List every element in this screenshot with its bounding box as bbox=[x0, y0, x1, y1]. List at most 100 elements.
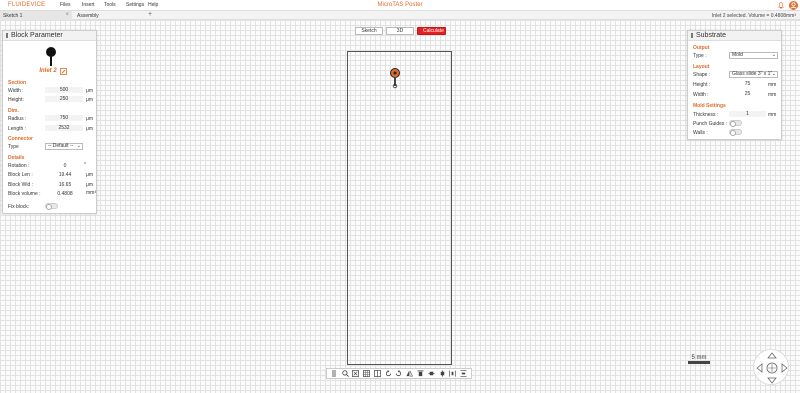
width-input[interactable]: 500 bbox=[45, 87, 83, 93]
height-label: Height: bbox=[8, 97, 24, 103]
user-avatar-icon[interactable] bbox=[789, 1, 798, 10]
tab-assembly[interactable]: Assembly bbox=[74, 11, 144, 20]
block-volume-label: Block volume : bbox=[8, 191, 41, 197]
rotate-left-icon[interactable] bbox=[384, 370, 392, 378]
connector-heading: Connector bbox=[8, 136, 33, 142]
block-name: Inlet 2 bbox=[39, 68, 57, 74]
substrate-width-label: Width : bbox=[693, 92, 709, 98]
shape-select[interactable]: Glass slide 3" x 1" ⌄ bbox=[729, 71, 778, 78]
length-unit: μm bbox=[86, 126, 94, 132]
block-len-unit: μm bbox=[86, 172, 94, 178]
details-heading: Details bbox=[8, 155, 25, 161]
thickness-label: Thickness : bbox=[693, 112, 719, 118]
block-len-value: 19.44 bbox=[58, 172, 72, 178]
menu-help[interactable]: Help bbox=[148, 2, 170, 8]
add-tab-icon[interactable]: + bbox=[148, 11, 152, 18]
scale-line bbox=[688, 361, 710, 364]
punch-guides-toggle[interactable] bbox=[729, 120, 742, 127]
walls-label: Walls : bbox=[693, 130, 708, 136]
distribute-vertical-icon[interactable] bbox=[460, 370, 468, 378]
walls-toggle[interactable] bbox=[729, 129, 742, 136]
tab-bar: Sketch 1 × Assembly + bbox=[0, 11, 800, 20]
menu-files[interactable]: Files bbox=[60, 2, 82, 8]
connector-type-value: -- Default -- bbox=[48, 143, 74, 149]
block-len-label: Block Len : bbox=[8, 172, 33, 178]
edit-icon[interactable] bbox=[60, 68, 67, 75]
bell-icon[interactable] bbox=[778, 2, 784, 9]
close-icon[interactable]: × bbox=[65, 12, 69, 18]
align-top-icon[interactable] bbox=[417, 370, 425, 378]
rotation-unit: ° bbox=[84, 162, 86, 168]
radius-input[interactable]: 750 bbox=[45, 115, 83, 121]
fix-block-toggle[interactable] bbox=[45, 203, 58, 210]
split-view-icon[interactable] bbox=[373, 370, 381, 378]
panel-title: Substrate bbox=[696, 32, 726, 39]
inlet-block-icon bbox=[46, 47, 56, 66]
drag-handle-icon[interactable] bbox=[6, 33, 8, 38]
substrate-type-select[interactable]: Mold ⌄ bbox=[729, 52, 778, 59]
output-heading: Output bbox=[693, 45, 710, 51]
drag-handle-icon[interactable] bbox=[330, 370, 338, 378]
menu-settings[interactable]: Settings bbox=[126, 2, 148, 8]
substrate-width-unit: mm bbox=[768, 92, 777, 98]
rotation-label: Rotation : bbox=[8, 163, 30, 169]
3d-button[interactable]: 3D bbox=[386, 27, 414, 35]
substrate-type-label: Type : bbox=[693, 53, 707, 59]
tab-sketch-1[interactable]: Sketch 1 × bbox=[0, 11, 72, 20]
connector-type-select[interactable]: -- Default -- ⌄ bbox=[45, 143, 83, 150]
length-label: Length : bbox=[8, 126, 27, 132]
menu-insert[interactable]: Insert bbox=[82, 2, 104, 8]
substrate-board[interactable] bbox=[347, 51, 452, 365]
distribute-horizontal-icon[interactable] bbox=[449, 370, 457, 378]
shape-label: Shape : bbox=[693, 72, 711, 78]
section-heading: Section bbox=[8, 80, 27, 86]
substrate-panel: Substrate Output Type : Mold ⌄ Layout Sh… bbox=[687, 30, 782, 140]
length-input[interactable]: 2532 bbox=[45, 125, 83, 131]
scale-bar: 5 mm bbox=[688, 355, 710, 364]
dim-heading: Dim. bbox=[8, 108, 19, 114]
calculate-button[interactable]: Calculate bbox=[417, 27, 446, 35]
canvas-toolbar bbox=[326, 368, 472, 379]
pan-arrows-icon[interactable] bbox=[754, 350, 790, 386]
align-center-icon[interactable] bbox=[438, 370, 446, 378]
rotation-value: 0 bbox=[63, 163, 67, 169]
inlet-block[interactable] bbox=[388, 66, 402, 90]
height-unit: μm bbox=[86, 97, 94, 103]
height-input[interactable]: 250 bbox=[45, 96, 83, 102]
navigation-pad bbox=[753, 349, 789, 385]
menu-tools[interactable]: Tools bbox=[104, 2, 126, 8]
top-bar: FLUIDEVICE Files Insert Tools Settings H… bbox=[0, 0, 800, 11]
flip-horizontal-icon[interactable] bbox=[406, 370, 414, 378]
substrate-height-unit: mm bbox=[768, 82, 777, 88]
thickness-input[interactable]: 1 bbox=[729, 111, 766, 117]
fit-view-icon[interactable] bbox=[352, 370, 360, 378]
tab-label: Sketch 1 bbox=[3, 13, 23, 19]
block-volume-unit: mm³ bbox=[86, 190, 96, 196]
panel-header[interactable]: Block Parameter bbox=[3, 31, 96, 41]
grid-icon[interactable] bbox=[363, 370, 371, 378]
selection-status: Inlet 2 selected. Volume = 0.4808mm³ bbox=[711, 13, 796, 19]
punch-guides-label: Punch Guides : bbox=[693, 121, 728, 127]
width-label: Width : bbox=[8, 88, 24, 94]
panel-header[interactable]: Substrate bbox=[688, 31, 781, 41]
thickness-unit: mm bbox=[768, 112, 777, 118]
substrate-height-label: Height : bbox=[693, 82, 711, 88]
app-logo: FLUIDEVICE bbox=[8, 2, 46, 8]
drag-handle-icon[interactable] bbox=[691, 33, 693, 38]
panel-title: Block Parameter bbox=[11, 32, 63, 39]
radius-label: Radius : bbox=[8, 116, 27, 122]
layout-heading: Layout bbox=[693, 64, 710, 70]
mold-settings-heading: Mold Settings bbox=[693, 103, 726, 109]
fix-block-label: Fix block: bbox=[8, 204, 30, 210]
substrate-height-input[interactable]: 75 bbox=[729, 81, 766, 87]
align-middle-icon[interactable] bbox=[427, 370, 435, 378]
type-label: Type bbox=[8, 144, 19, 150]
zoom-icon[interactable] bbox=[341, 370, 349, 378]
block-parameter-panel: Block Parameter Inlet 2 Section Width : … bbox=[2, 30, 97, 214]
sketch-button[interactable]: Sketch bbox=[355, 27, 383, 35]
block-wid-value: 16.65 bbox=[58, 182, 72, 188]
substrate-width-input[interactable]: 25 bbox=[729, 91, 766, 97]
rotate-right-icon[interactable] bbox=[395, 370, 403, 378]
tab-label: Assembly bbox=[77, 13, 99, 19]
chevron-down-icon: ⌄ bbox=[76, 143, 81, 149]
